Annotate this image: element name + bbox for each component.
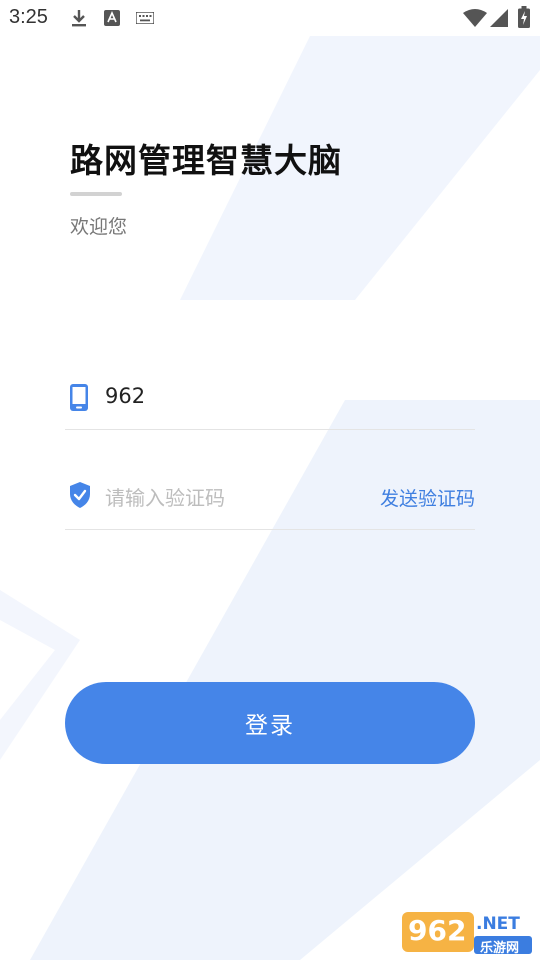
phone-icon [70,384,88,411]
status-time: 3:25 [9,6,48,28]
battery-icon [518,6,530,28]
title-underline [70,192,122,196]
watermark-sub: 乐游网 [480,941,520,956]
send-code-button[interactable]: 发送验证码 [380,484,475,511]
keyboard-icon [136,12,154,24]
watermark-suffix: .NET [476,914,520,934]
watermark-logo: 962 .NET 乐游网 [402,910,534,956]
code-field-row: 发送验证码 [65,470,475,530]
phone-number-value[interactable]: 962 [105,384,145,408]
welcome-text: 欢迎您 [70,216,128,238]
login-button[interactable]: 登录 [65,682,475,764]
watermark-brand: 962 [408,914,467,947]
shield-check-icon [70,482,90,508]
signal-icon [490,9,508,27]
wifi-icon [463,9,487,27]
code-divider [65,529,475,530]
phone-divider [65,429,475,430]
status-bar: 3:25 [0,0,540,36]
download-icon [72,10,86,27]
verification-code-input[interactable] [105,480,355,516]
keyboard-a-icon [104,10,120,26]
page-title: 路网管理智慧大脑 [70,141,342,180]
phone-field-row[interactable]: 962 [65,370,475,430]
